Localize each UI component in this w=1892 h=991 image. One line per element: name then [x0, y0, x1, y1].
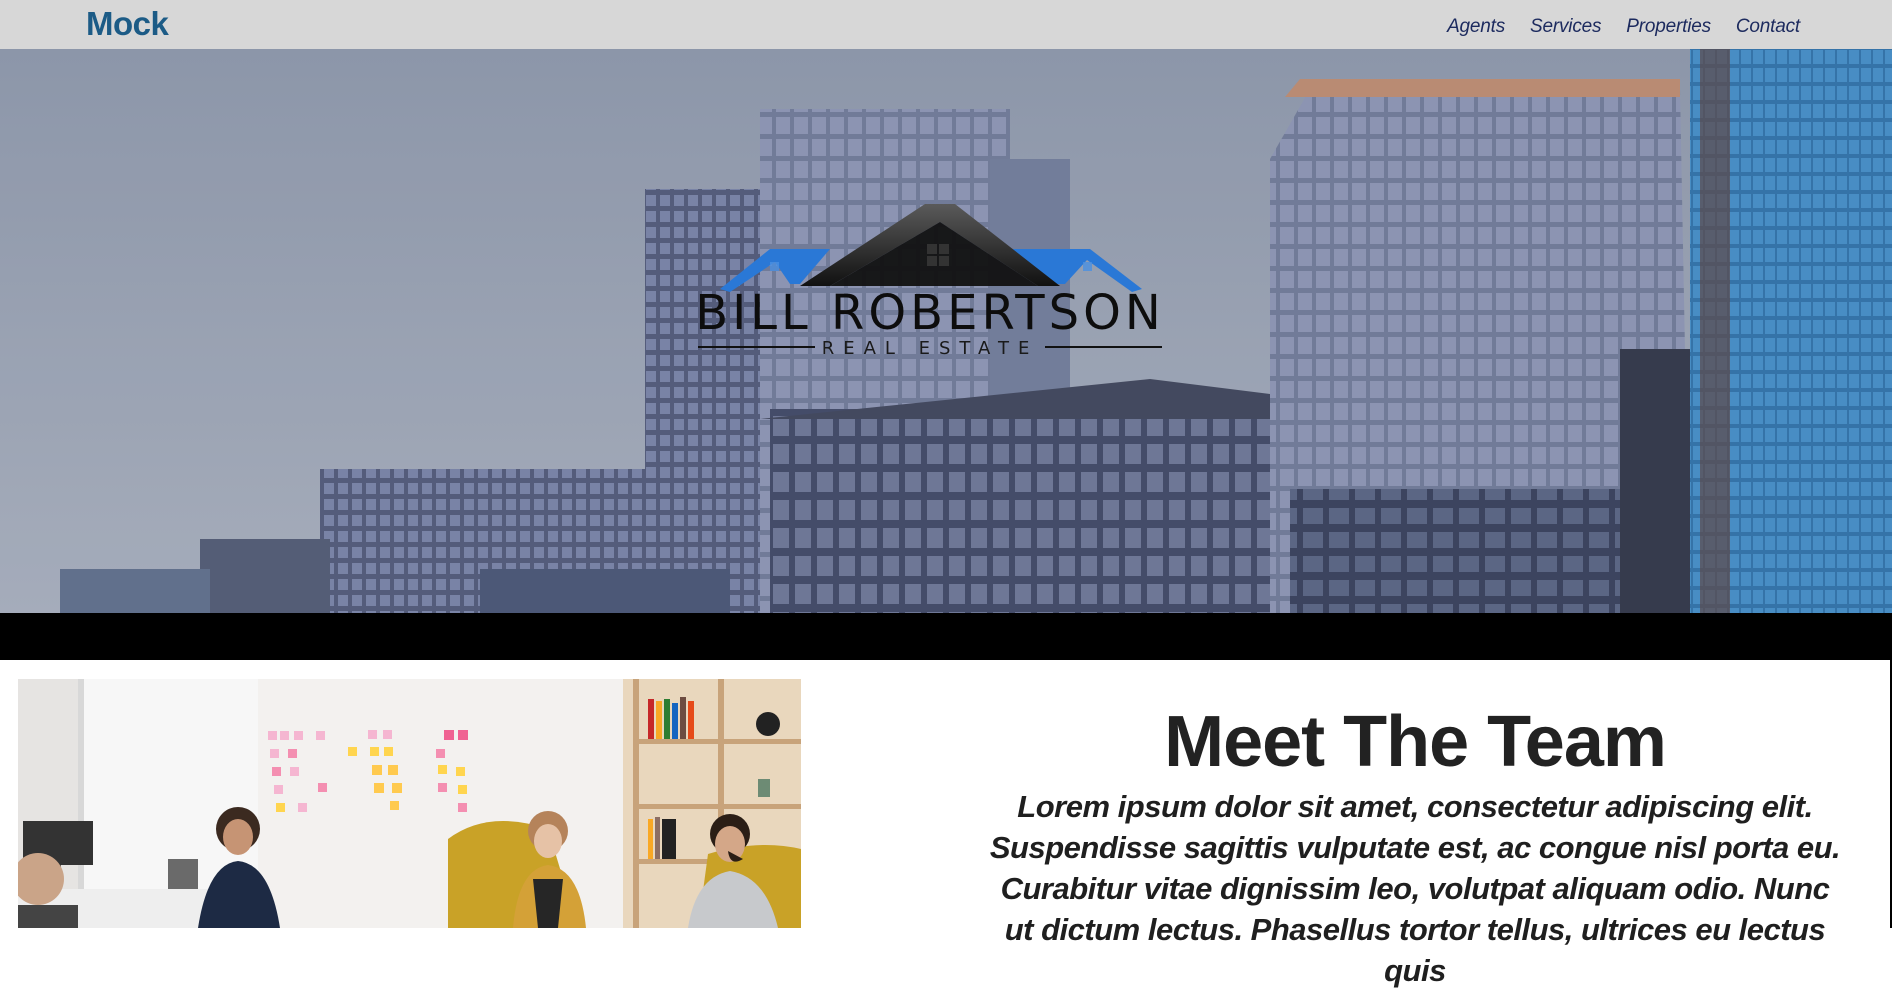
team-heading: Meet The Team	[1164, 702, 1667, 782]
logo-tagline: REAL ESTATE	[822, 338, 1039, 359]
navbar: Mock Agents Services Properties Contact	[0, 0, 1892, 49]
bill-robertson-logo: BILL ROBERTSON REAL ESTATE	[695, 204, 1165, 359]
hero-banner: BILL ROBERTSON REAL ESTATE	[0, 49, 1892, 613]
team-meeting-illustration	[18, 679, 801, 928]
nav-link-services[interactable]: Services	[1530, 14, 1601, 40]
nav-link-properties[interactable]: Properties	[1626, 14, 1711, 40]
team-description: Lorem ipsum dolor sit amet, consectetur …	[989, 789, 1841, 988]
nav-link-agents[interactable]: Agents	[1447, 14, 1505, 40]
nav-links: Agents Services Properties Contact	[1447, 14, 1800, 40]
logo-name: BILL ROBERTSON	[695, 285, 1165, 341]
team-meeting-image	[18, 679, 801, 928]
section-divider-band	[0, 613, 1892, 660]
brand-logo[interactable]: Mock	[86, 4, 169, 44]
nav-link-contact[interactable]: Contact	[1736, 14, 1800, 40]
